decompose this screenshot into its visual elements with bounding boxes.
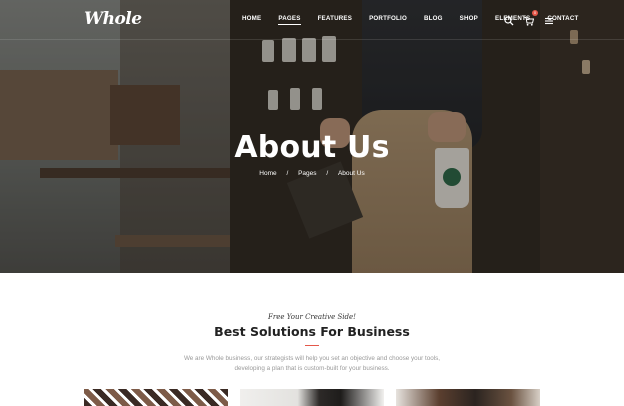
menu-icon[interactable] xyxy=(544,13,554,25)
nav-item-shop[interactable]: SHOP xyxy=(460,15,478,25)
hero-banner: Whole HOME PAGES FEATURES PORTFOLIO BLOG… xyxy=(0,0,624,273)
breadcrumb-separator: / xyxy=(286,170,289,177)
title-divider xyxy=(305,345,319,346)
nav-item-pages[interactable]: PAGES xyxy=(278,15,301,25)
section-tagline: Free Your Creative Side! xyxy=(268,313,356,321)
section-description: We are Whole business, our strategists w… xyxy=(183,355,441,372)
feature-image-card[interactable] xyxy=(396,389,540,406)
nav-icons: 0 xyxy=(504,10,554,26)
search-icon[interactable] xyxy=(504,13,514,26)
top-navbar: Whole HOME PAGES FEATURES PORTFOLIO BLOG… xyxy=(0,0,624,40)
nav-item-blog[interactable]: BLOG xyxy=(424,15,443,25)
nav-item-features[interactable]: FEATURES xyxy=(318,15,353,25)
breadcrumb: Home / Pages / About Us xyxy=(0,170,624,177)
page-title: About Us xyxy=(234,130,390,165)
breadcrumb-current: About Us xyxy=(337,170,365,177)
brand-logo[interactable]: Whole xyxy=(84,9,142,29)
breadcrumb-home[interactable]: Home xyxy=(259,170,276,177)
feature-image-card[interactable] xyxy=(240,389,384,406)
feature-image-card[interactable] xyxy=(84,389,228,406)
nav-item-home[interactable]: HOME xyxy=(242,15,261,25)
cart-count-badge: 0 xyxy=(532,10,538,16)
breadcrumb-separator: / xyxy=(326,170,329,177)
section-title: Best Solutions For Business xyxy=(214,324,410,339)
cart-icon[interactable]: 0 xyxy=(524,10,538,26)
nav-item-portfolio[interactable]: PORTFOLIO xyxy=(369,15,407,25)
breadcrumb-pages[interactable]: Pages xyxy=(298,170,316,177)
